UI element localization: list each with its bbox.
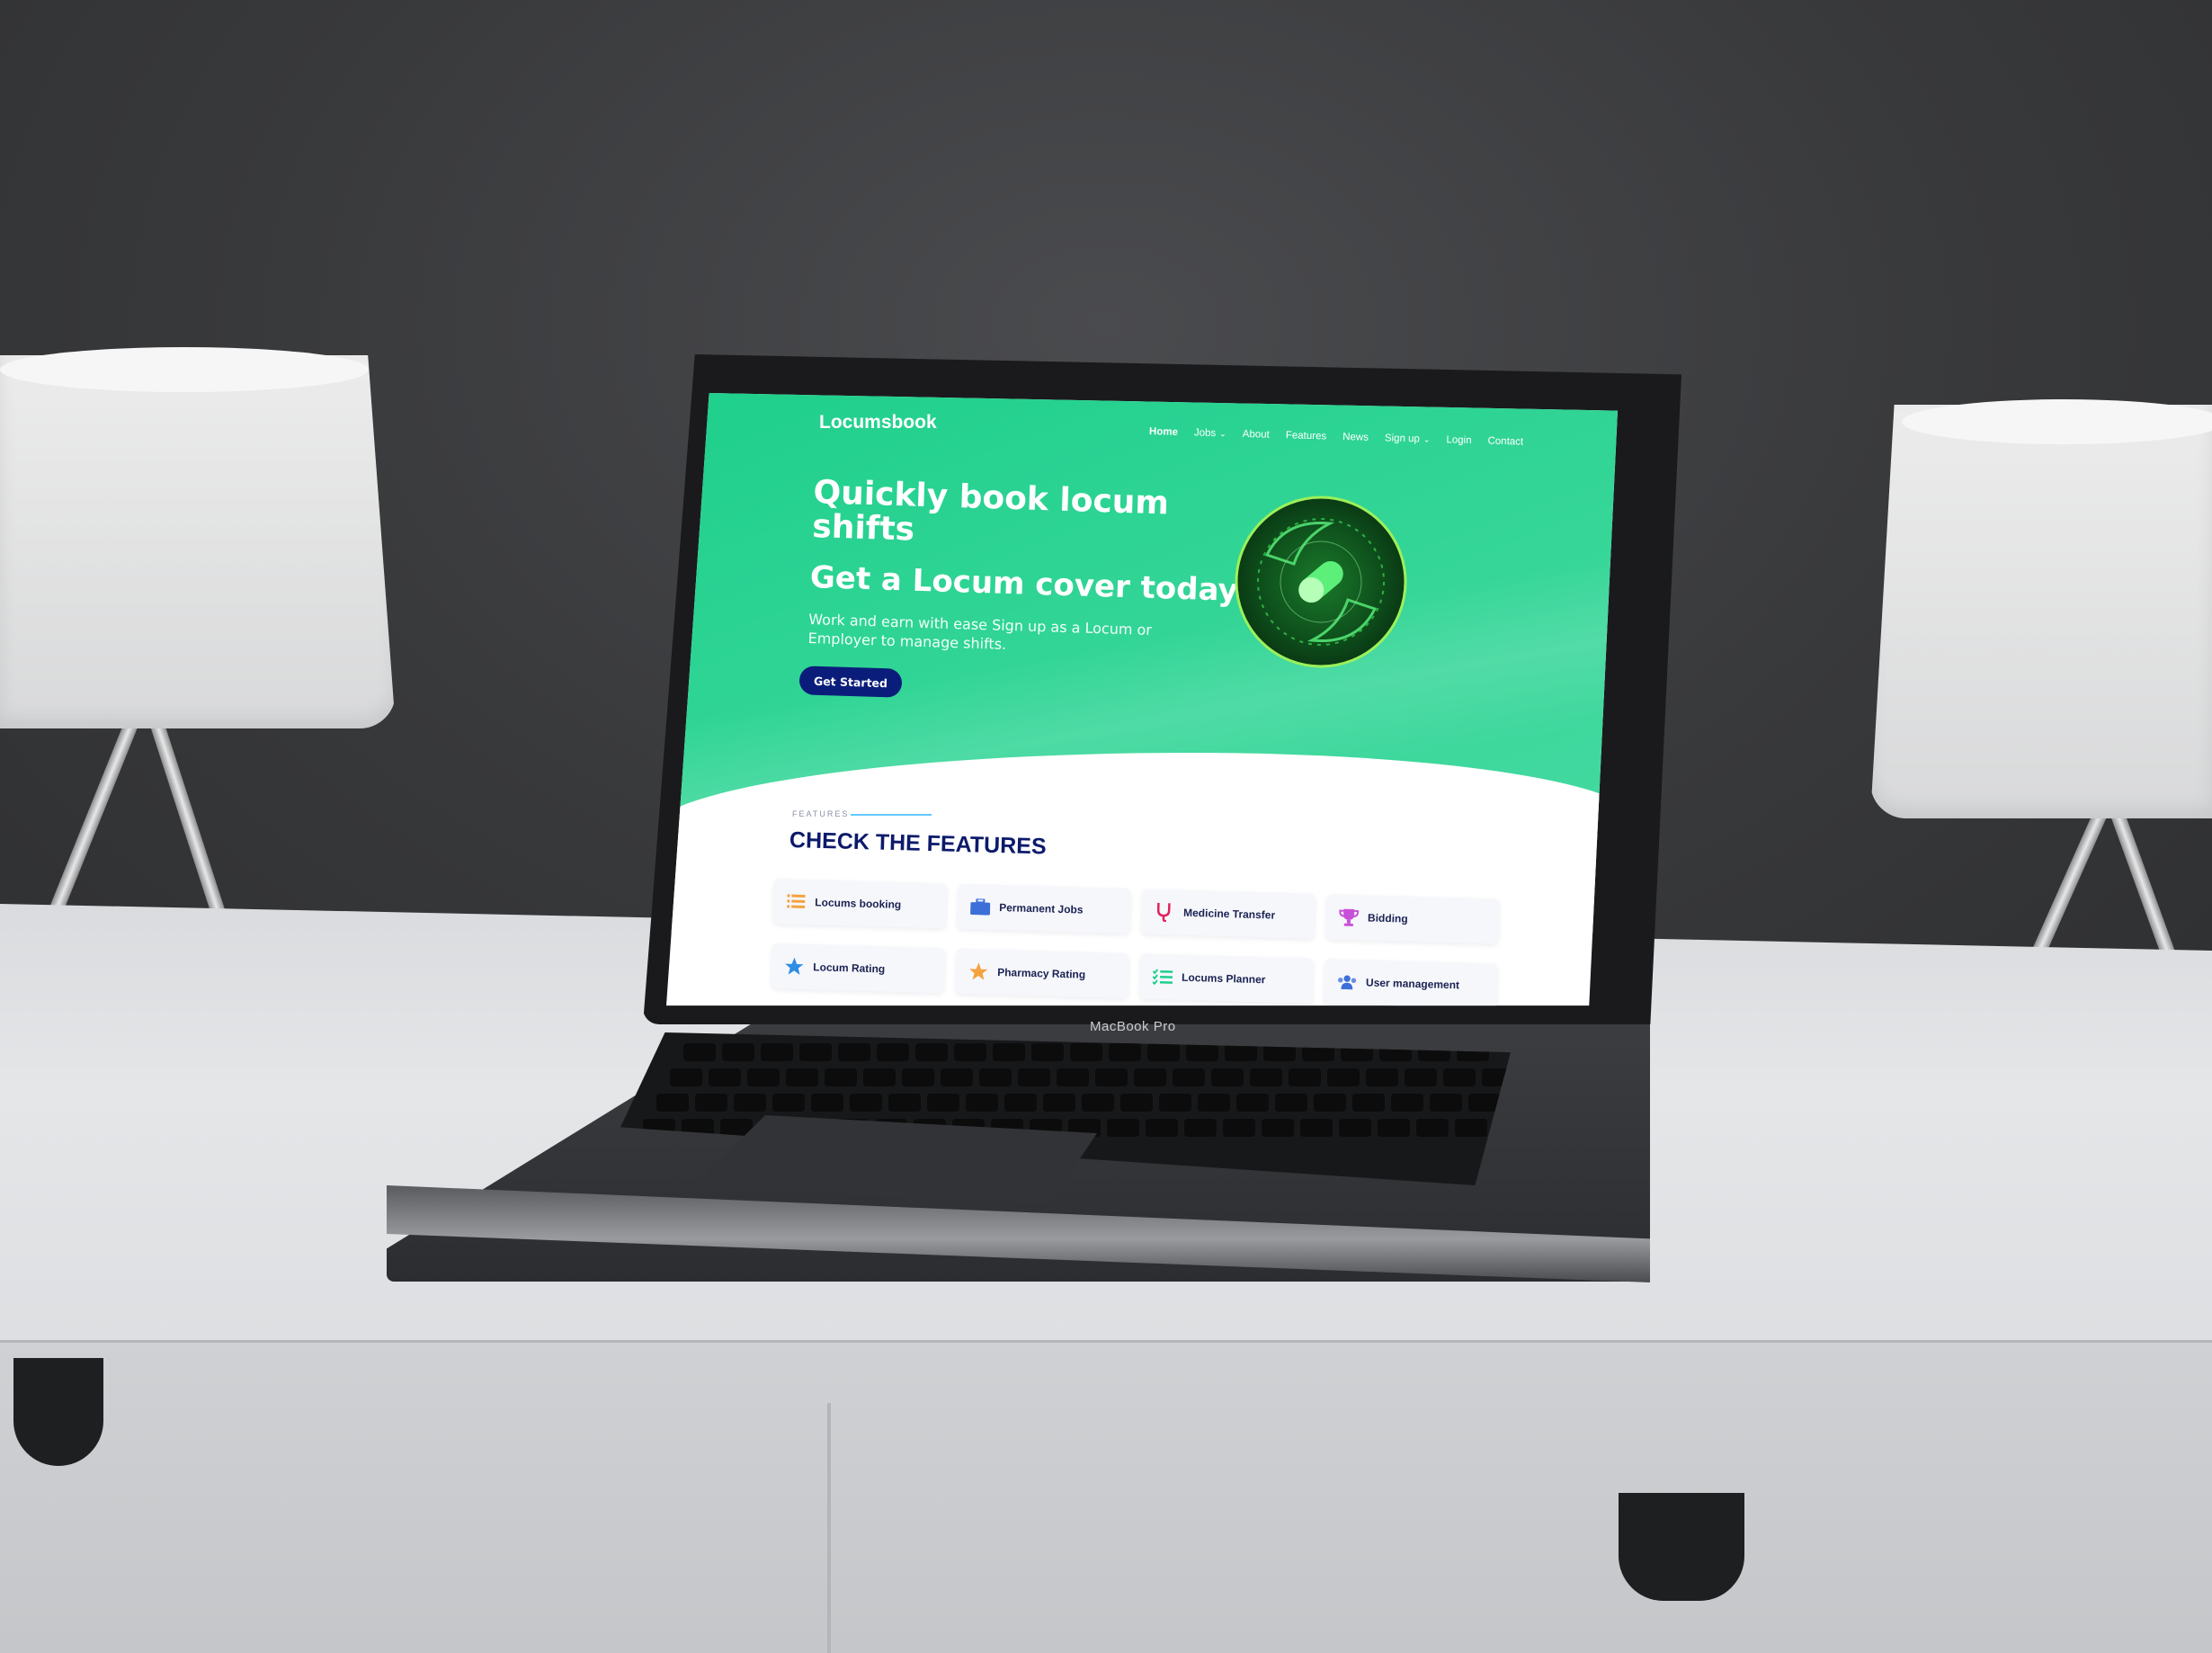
left-lamp-shade-top — [0, 347, 369, 392]
laptop-screen: Locumsbook Home Jobs ⌄ About Features New… — [666, 393, 1618, 1006]
nav-label: About — [1242, 428, 1270, 441]
feature-card-medicine-transfer[interactable]: Medicine Transfer — [1141, 889, 1316, 939]
features-eyebrow: FEATURES — [792, 809, 850, 818]
nav-label: Jobs — [1193, 427, 1217, 440]
drawer-divider — [0, 1340, 2212, 1343]
trophy-icon — [1339, 907, 1360, 928]
desk-front — [0, 1340, 2212, 1653]
star-icon — [784, 956, 805, 977]
nav-item-about[interactable]: About — [1243, 429, 1270, 441]
nav-item-home[interactable]: Home — [1149, 426, 1178, 438]
feature-card-locum-rating[interactable]: Locum Rating — [771, 943, 945, 994]
feature-label: Pharmacy Rating — [996, 965, 1086, 981]
feature-card-bidding[interactable]: Bidding — [1325, 894, 1500, 944]
list-icon — [786, 891, 807, 912]
nav-item-jobs[interactable]: Jobs ⌄ — [1194, 427, 1226, 439]
feature-card-pharmacy-rating[interactable]: Pharmacy Rating — [955, 948, 1129, 999]
feature-label: Locums Planner — [1181, 970, 1266, 987]
feature-card-permanent-jobs[interactable]: Permanent Jobs — [957, 883, 1131, 934]
feature-label: Permanent Jobs — [999, 901, 1084, 916]
get-started-button[interactable]: Get Started — [798, 666, 903, 698]
eyebrow-underline — [851, 814, 932, 816]
drawer-divider — [827, 1403, 831, 1653]
users-icon — [1337, 972, 1358, 993]
site-logo[interactable]: Locumsbook — [819, 412, 937, 433]
medicine-emblem-icon — [1235, 496, 1407, 668]
feature-label: Locums booking — [815, 896, 902, 911]
chevron-down-icon: ⌄ — [1423, 434, 1431, 444]
nav-label: News — [1342, 432, 1369, 443]
briefcase-icon — [970, 897, 991, 917]
nav-item-contact[interactable]: Contact — [1487, 436, 1523, 448]
feature-label: User management — [1365, 976, 1460, 992]
nav-item-signup[interactable]: Sign up ⌄ — [1385, 433, 1431, 444]
feature-label: Bidding — [1367, 911, 1408, 925]
feature-card-user-management[interactable]: User management — [1324, 959, 1498, 1006]
feature-label: Locum Rating — [813, 961, 886, 976]
chevron-down-icon: ⌄ — [1219, 428, 1226, 438]
feature-card-locums-planner[interactable]: Locums Planner — [1139, 953, 1314, 1004]
feature-label: Medicine Transfer — [1182, 906, 1276, 922]
star-icon — [968, 961, 989, 982]
mockup-scene: MacBook Pro Locumsbook Home Jobs ⌄ About … — [0, 0, 2212, 1653]
nav-label: Features — [1285, 430, 1327, 442]
nav-item-news[interactable]: News — [1342, 432, 1369, 443]
stethoscope-icon — [1155, 902, 1175, 923]
left-lamp-shade — [0, 355, 396, 728]
nav-item-login[interactable]: Login — [1446, 434, 1471, 446]
hero-title: Quickly book locum shifts — [811, 474, 1170, 549]
feature-card-locums-booking[interactable]: Locums booking — [772, 879, 947, 929]
nav-label: Contact — [1487, 435, 1524, 448]
right-lamp-shade — [1870, 405, 2212, 818]
nav-label: Sign up — [1384, 433, 1421, 445]
drawer-handle — [13, 1358, 103, 1466]
nav-label: Login — [1446, 434, 1472, 447]
nav-label: Home — [1148, 426, 1179, 438]
nav-item-features[interactable]: Features — [1286, 430, 1327, 442]
checklist-icon — [1152, 967, 1173, 987]
device-label: MacBook Pro — [1090, 1019, 1176, 1034]
feature-cards: Locums booking Permanent Jobs Medicine T… — [770, 879, 1583, 1006]
drawer-handle — [1619, 1493, 1744, 1601]
right-lamp-shade-top — [1902, 399, 2212, 444]
website: Locumsbook Home Jobs ⌄ About Features New… — [666, 393, 1618, 1006]
